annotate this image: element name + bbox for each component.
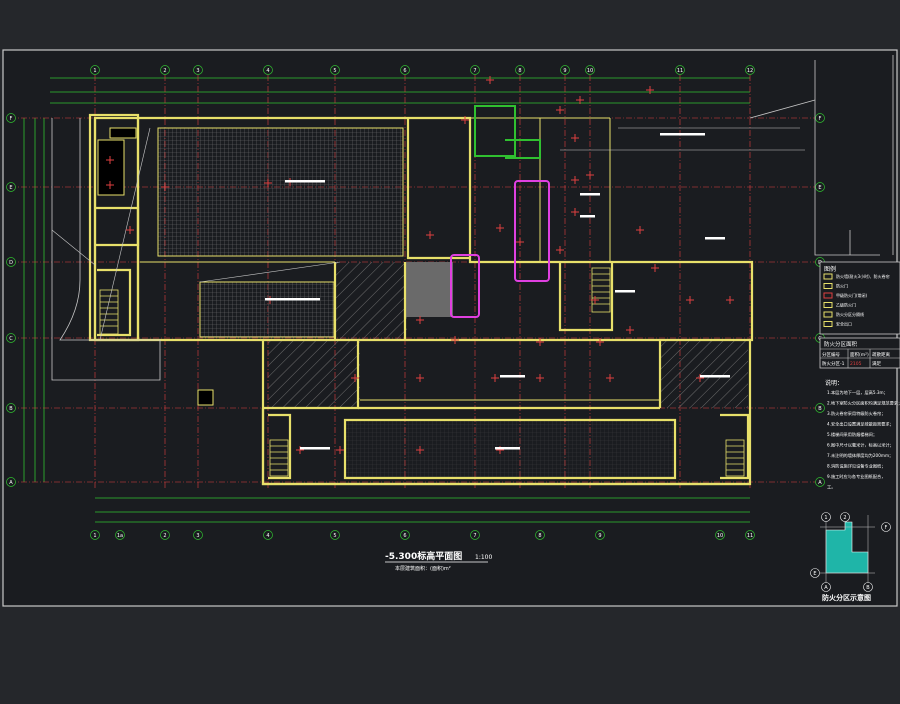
axis-label-top: 5 bbox=[333, 68, 336, 74]
floor-plan-svg: 12345678910111211a234567891011FFEEDDCCBB… bbox=[2, 49, 900, 607]
hatched-zone-se bbox=[660, 340, 748, 408]
keyplan-label-f: F bbox=[885, 525, 888, 531]
axis-label-bottom: 11 bbox=[747, 533, 753, 539]
area-table-cell-1: 防火分区-1 bbox=[822, 360, 845, 367]
drawing-title: -5.300标高平面图 bbox=[385, 550, 462, 562]
hatched-zone-ramp bbox=[335, 262, 407, 340]
room-label-bar bbox=[580, 193, 600, 196]
area-table-title: 防火分区面积 bbox=[824, 340, 858, 348]
keyplan-title: 防火分区示意图 bbox=[822, 593, 871, 602]
note-line: 6.图中尺寸以毫米计，标高以米计； bbox=[827, 442, 894, 449]
legend-item-label: 乙级防火门 bbox=[836, 302, 856, 308]
axis-label-left: F bbox=[10, 116, 13, 122]
axis-label-top: 1 bbox=[93, 68, 96, 74]
axis-label-top: 10 bbox=[587, 68, 593, 74]
axis-label-right: B bbox=[818, 406, 822, 412]
axis-label-bottom: 9 bbox=[598, 533, 601, 539]
area-table-cell-2: 2105 bbox=[850, 361, 862, 367]
axis-label-top: 6 bbox=[403, 68, 406, 74]
axis-label-bottom: 1 bbox=[93, 533, 96, 539]
room-label-bar bbox=[705, 237, 725, 240]
area-table-cell-3: 满足 bbox=[872, 360, 881, 367]
hatched-zone-north bbox=[157, 127, 404, 257]
note-line: 9.施工时应与各专业图纸配合， bbox=[827, 473, 885, 480]
keyplan-label-a: A bbox=[824, 585, 828, 591]
axis-label-left: E bbox=[9, 185, 12, 191]
legend-item-label: 甲级防火门(常闭) bbox=[836, 292, 868, 298]
keyplan-label-2: 2 bbox=[843, 515, 846, 521]
axis-label-bottom: 3 bbox=[196, 533, 199, 539]
axis-label-right: E bbox=[818, 185, 821, 191]
room-label-bar bbox=[300, 447, 330, 450]
axis-label-top: 4 bbox=[266, 68, 269, 74]
axis-label-bottom: 10 bbox=[717, 533, 723, 539]
note-line: 8.消防设施详见设备专业图纸； bbox=[827, 463, 885, 470]
note-line: 工。 bbox=[827, 485, 835, 490]
note-line: 3.防火卷帘采用特级防火卷帘； bbox=[827, 410, 885, 417]
hatched-zone-middle bbox=[199, 281, 335, 338]
axis-label-top: 3 bbox=[196, 68, 199, 74]
drawing-scale: 1:100 bbox=[475, 554, 492, 561]
area-table-header-3: 疏散距离 bbox=[872, 351, 890, 358]
axis-label-right: F bbox=[819, 116, 822, 122]
note-line: 7.未注明的墙体厚度均为200mm； bbox=[827, 452, 893, 459]
room-label-bar bbox=[500, 375, 525, 378]
axis-label-left: B bbox=[9, 406, 13, 412]
room-label-bar bbox=[615, 290, 635, 293]
axis-label-bottom: 7 bbox=[473, 533, 476, 539]
axis-label-bottom: 1a bbox=[117, 533, 123, 539]
room-label-bar bbox=[700, 375, 730, 378]
drawing-subtitle: 本层建筑面积：(面积)m² bbox=[395, 565, 451, 572]
area-table: 防火分区面积 分区编号 面积(m²) 疏散距离 防火分区-1 2105 满足 bbox=[819, 337, 900, 369]
axis-label-bottom: 2 bbox=[163, 533, 166, 539]
axis-label-bottom: 5 bbox=[333, 533, 336, 539]
axis-label-left: A bbox=[9, 480, 13, 486]
axis-label-top: 11 bbox=[677, 68, 683, 74]
note-line: 5.楼梯间采用防烟楼梯间； bbox=[827, 431, 877, 438]
cad-viewport: 12345678910111211a234567891011FFEEDDCCBB… bbox=[0, 0, 900, 700]
note-line: 2.地下室防火分区面积均满足规范要求； bbox=[827, 400, 900, 407]
legend-item-label: 防火分区分隔线 bbox=[836, 311, 864, 317]
axis-label-top: 12 bbox=[747, 68, 753, 74]
room-label-bar bbox=[285, 180, 325, 183]
room-label-bar bbox=[265, 298, 320, 301]
axis-label-right: A bbox=[818, 480, 822, 486]
legend-item-label: 防火墙(耐火3小时)、防火卷帘 bbox=[836, 273, 890, 279]
axis-label-bottom: 4 bbox=[266, 533, 269, 539]
legend-title: 图例 bbox=[824, 265, 836, 273]
legend-item-label: 安全出口 bbox=[836, 321, 852, 327]
keyplan-label-1: 1 bbox=[824, 515, 827, 521]
note-line: 4.安全出口设置满足疏散距离要求； bbox=[827, 421, 894, 428]
keyplan-label-b: B bbox=[866, 585, 870, 591]
keyplan-label-e: E bbox=[813, 571, 816, 577]
legend-panel: 图例 防火墙(耐火3小时)、防火卷帘防火门甲级防火门(常闭) 乙级防火门防火分区分… bbox=[819, 261, 900, 335]
axis-label-bottom: 6 bbox=[403, 533, 406, 539]
hatched-zone-sw bbox=[268, 340, 360, 408]
room-label-bar bbox=[580, 215, 595, 218]
axis-label-bottom: 8 bbox=[538, 533, 541, 539]
room-label-bar bbox=[495, 447, 520, 450]
grey-room bbox=[405, 262, 453, 317]
axis-label-top: 9 bbox=[563, 68, 566, 74]
notes-heading: 说明： bbox=[825, 379, 843, 387]
axis-label-left: C bbox=[9, 336, 13, 342]
area-table-header-2: 面积(m²) bbox=[850, 351, 869, 358]
note-line: 1.本层为地下一层，层高5.3m； bbox=[827, 389, 888, 396]
area-table-header-1: 分区编号 bbox=[822, 351, 840, 358]
axis-label-top: 2 bbox=[163, 68, 166, 74]
axis-label-top: 7 bbox=[473, 68, 476, 74]
legend-item-label: 防火门 bbox=[836, 283, 848, 289]
room-label-bar bbox=[660, 133, 705, 136]
axis-label-top: 8 bbox=[518, 68, 521, 74]
axis-label-left: D bbox=[9, 260, 13, 266]
